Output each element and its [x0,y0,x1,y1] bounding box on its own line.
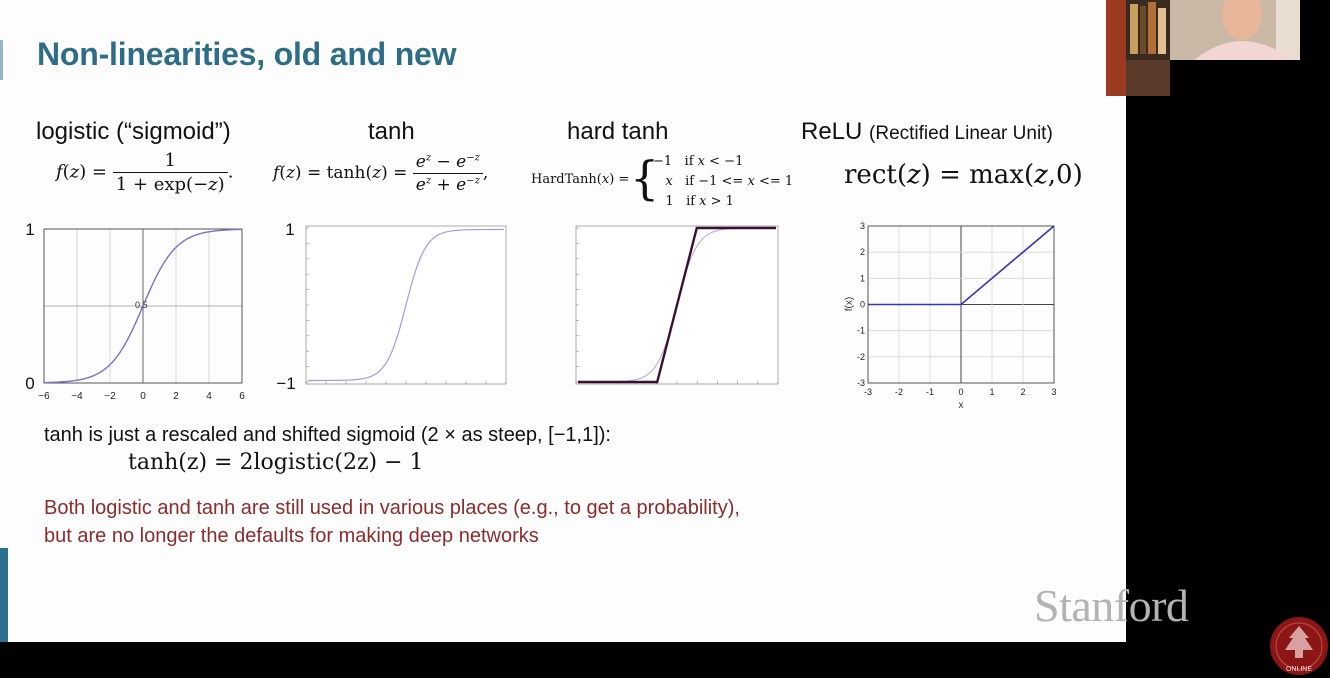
heading-relu-name: ReLU [801,118,863,145]
logistic-x-tick-label: 4 [206,391,212,402]
slide-accent-bar [0,548,8,642]
relu-x-tick-label: -2 [895,387,903,397]
stanford-wordmark: Stanford [1034,580,1189,631]
tanh-identity-intro: tanh is just a rescaled and shifted sigm… [44,424,611,446]
relu-plot: -3 -2 -1 0 1 2 3 3 2 1 0 -1 -2 -3 f(x) x [844,221,1057,411]
formula-logistic: f(z) = 11 + exp(−z). [56,150,234,195]
tanh-y-top: 1 [285,220,294,239]
relu-x-tick-label: 1 [989,387,994,397]
logistic-y-top: 1 [25,220,34,239]
relu-x-axis-label: x [959,400,964,411]
relu-x-tick-label: 2 [1020,387,1025,397]
tanh-plot: 1 −1 [276,220,507,393]
logistic-x-tick-label: 6 [239,391,245,402]
relu-x-tick-label: 0 [958,387,963,397]
heading-tanh: tanh [368,118,415,145]
relu-y-tick-label: -2 [857,352,865,362]
logistic-x-tick-label: 2 [173,391,179,402]
heading-relu-expansion: (Rectified Linear Unit) [869,123,1053,144]
slide-title: Non-linearities, old and new [37,36,457,72]
slide: Non-linearities, old and new logistic (“… [0,0,1126,642]
tanh-identity-formula: tanh(z) = 2logistic(2z) − 1 [128,450,424,475]
speaker-video[interactable] [1106,0,1300,96]
logistic-x-tick-label: 0 [140,391,146,402]
logistic-x-tick-label: −6 [38,391,50,402]
relu-x-tick-label: 3 [1051,387,1056,397]
logistic-plot: 1 0 0.5 −6 −4 −2 0 2 4 6 [25,220,245,402]
relu-y-tick-label: -3 [857,378,865,388]
logistic-x-tick-label: −4 [71,391,83,402]
heading-hard-tanh: hard tanh [567,118,669,145]
logistic-y-bottom: 0 [25,374,34,393]
relu-y-tick-label: 0 [860,300,865,310]
seal-text: ONLINE [1286,666,1312,673]
relu-x-tick-label: -1 [926,387,934,397]
bottom-bar [0,642,1330,678]
hard-tanh-plot [575,225,779,385]
relu-y-tick-label: -1 [857,326,865,336]
relu-y-axis-label: f(x) [844,297,855,311]
stanford-online-seal: ONLINE [1270,617,1328,675]
formula-relu: rect(z) = max(z,0) [844,160,1083,190]
usage-note: Both logistic and tanh are still used in… [44,497,740,547]
logistic-x-tick-label: −2 [104,391,116,402]
heading-logistic: logistic (“sigmoid”) [36,118,231,145]
heading-relu: ReLU (Rectified Linear Unit) [801,118,1053,146]
relu-y-tick-label: 3 [860,221,865,231]
formula-tanh: f(z) = tanh(z) = ez − e−z ez + e−z, [273,152,489,195]
slide-accent [0,40,3,80]
relu-y-tick-label: 2 [860,247,865,257]
relu-y-tick-label: 1 [860,273,865,283]
tanh-y-bottom: −1 [276,374,295,393]
video-sidebar [1126,0,1330,678]
relu-x-tick-label: -3 [864,387,872,397]
